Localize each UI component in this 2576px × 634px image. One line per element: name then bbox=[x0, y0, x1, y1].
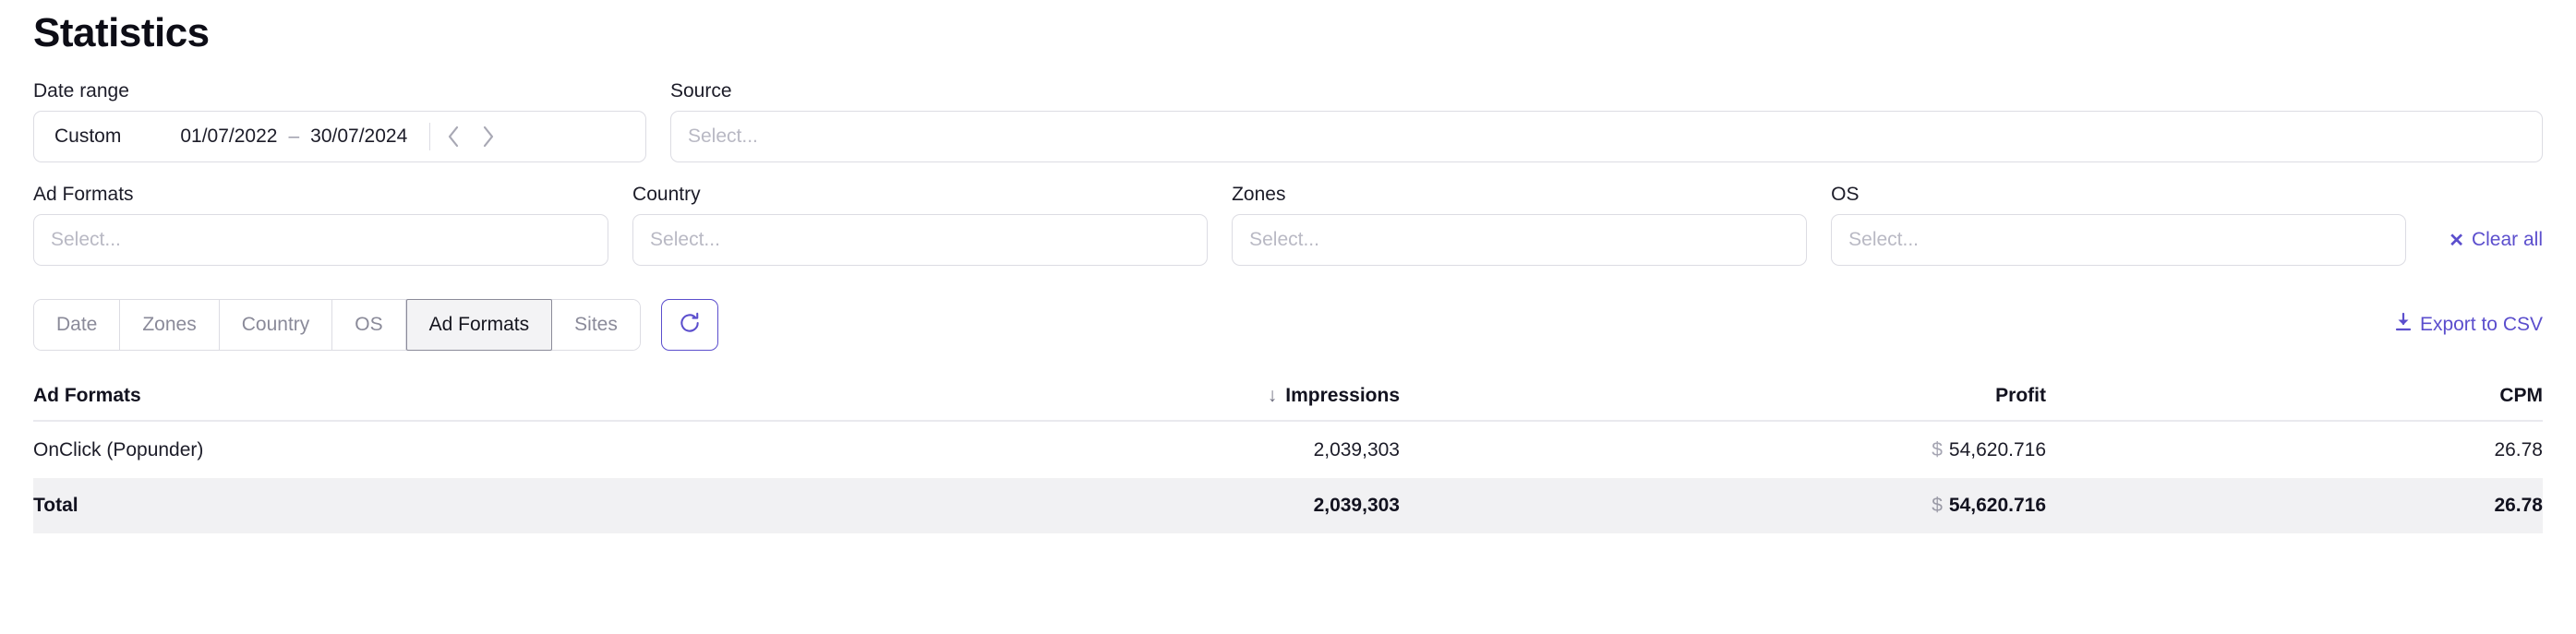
refresh-button[interactable] bbox=[660, 299, 718, 352]
clear-all-label: Clear all bbox=[2471, 229, 2543, 251]
date-range-preset[interactable]: Custom bbox=[54, 126, 121, 148]
country-select[interactable]: Select... bbox=[632, 214, 1209, 267]
filter-row-secondary: Ad Formats Select... Country Select... Z… bbox=[33, 183, 2543, 267]
cell-profit: $54,620.716 bbox=[1400, 421, 2046, 478]
filters-section: Date range Custom 01/07/2022 – 30/07/202… bbox=[33, 79, 2543, 267]
statistics-table: Ad Formats ↓ Impressions Profit CPM OnCl… bbox=[33, 378, 2543, 534]
os-placeholder: Select... bbox=[1848, 229, 1920, 251]
cell-total-profit-value: 54,620.716 bbox=[1948, 495, 2046, 517]
page-title: Statistics bbox=[33, 10, 210, 55]
date-range-nav-group bbox=[438, 118, 504, 155]
tab-os[interactable]: OS bbox=[332, 300, 406, 351]
source-select[interactable]: Select... bbox=[670, 111, 2543, 163]
export-to-csv-button[interactable]: Export to CSV bbox=[2394, 312, 2543, 338]
ad-formats-field: Ad Formats Select... bbox=[33, 183, 609, 267]
column-header-cpm[interactable]: CPM bbox=[2046, 378, 2543, 423]
country-placeholder: Select... bbox=[650, 229, 720, 251]
cell-ad-format-name: OnClick (Popunder) bbox=[33, 438, 204, 461]
column-header-cpm-label: CPM bbox=[2499, 384, 2543, 406]
export-to-csv-label: Export to CSV bbox=[2419, 314, 2543, 336]
tab-sites-label: Sites bbox=[574, 314, 618, 336]
source-field: Source Select... bbox=[670, 79, 2543, 163]
table-row[interactable]: OnClick (Popunder) 2,039,303 $54,620.716… bbox=[33, 421, 2543, 478]
chevron-right-icon[interactable] bbox=[473, 118, 504, 155]
tab-country-label: Country bbox=[241, 314, 310, 336]
ad-formats-label: Ad Formats bbox=[33, 184, 134, 206]
date-range-label: Date range bbox=[33, 80, 129, 102]
column-header-impressions[interactable]: ↓ Impressions bbox=[827, 378, 1400, 423]
date-range-picker[interactable]: Custom 01/07/2022 – 30/07/2024 bbox=[33, 111, 646, 163]
tab-date[interactable]: Date bbox=[34, 300, 121, 351]
zones-field: Zones Select... bbox=[1232, 183, 1808, 267]
download-icon bbox=[2394, 312, 2413, 338]
zones-select[interactable]: Select... bbox=[1232, 214, 1808, 267]
source-label: Source bbox=[670, 80, 732, 102]
ad-formats-select[interactable]: Select... bbox=[33, 214, 609, 267]
column-header-ad-formats[interactable]: Ad Formats bbox=[33, 378, 827, 423]
tab-country[interactable]: Country bbox=[219, 300, 333, 351]
filter-row-primary: Date range Custom 01/07/2022 – 30/07/202… bbox=[33, 79, 2543, 163]
os-label: OS bbox=[1831, 184, 1860, 206]
column-header-profit[interactable]: Profit bbox=[1400, 378, 2046, 423]
date-range-start[interactable]: 01/07/2022 bbox=[180, 126, 277, 148]
date-range-dash: – bbox=[288, 126, 300, 148]
statistics-page: Statistics Date range Custom 01/07/2022 … bbox=[0, 0, 2576, 634]
cell-impressions: 2,039,303 bbox=[1313, 438, 1400, 461]
tab-sites[interactable]: Sites bbox=[552, 300, 640, 351]
table-toolbar: Date Zones Country OS Ad Formats Sites E… bbox=[33, 299, 2543, 352]
table-total-row: Total 2,039,303 $54,620.716 26.78 bbox=[33, 478, 2543, 534]
os-field: OS Select... bbox=[1831, 183, 2407, 267]
column-header-ad-formats-label: Ad Formats bbox=[33, 384, 141, 406]
chevron-left-icon[interactable] bbox=[438, 118, 469, 155]
tab-zones[interactable]: Zones bbox=[120, 300, 220, 351]
cell-total-profit: $54,620.716 bbox=[1400, 478, 2046, 534]
date-range-end[interactable]: 30/07/2024 bbox=[310, 126, 407, 148]
table-header-row: Ad Formats ↓ Impressions Profit CPM bbox=[33, 378, 2543, 423]
cell-total-label: Total bbox=[33, 478, 827, 534]
cell-total-impressions: 2,039,303 bbox=[827, 478, 1400, 534]
date-range-values[interactable]: 01/07/2022 – 30/07/2024 bbox=[180, 126, 407, 148]
os-select[interactable]: Select... bbox=[1831, 214, 2407, 267]
currency-symbol: $ bbox=[1932, 495, 1943, 517]
country-field: Country Select... bbox=[632, 183, 1209, 267]
cell-total-cpm: 26.78 bbox=[2046, 478, 2543, 534]
column-header-impressions-label: Impressions bbox=[1285, 384, 1400, 406]
source-placeholder: Select... bbox=[688, 126, 758, 148]
date-range-divider bbox=[429, 123, 431, 151]
cell-profit-value: 54,620.716 bbox=[1948, 438, 2046, 461]
date-range-field: Date range Custom 01/07/2022 – 30/07/202… bbox=[33, 79, 646, 163]
column-header-profit-label: Profit bbox=[1995, 384, 2046, 406]
tab-os-label: OS bbox=[355, 314, 383, 336]
refresh-icon bbox=[678, 311, 702, 340]
table-header: Ad Formats ↓ Impressions Profit CPM bbox=[33, 378, 2543, 423]
cell-cpm: 26.78 bbox=[2494, 438, 2543, 461]
zones-placeholder: Select... bbox=[1249, 229, 1319, 251]
sort-desc-icon: ↓ bbox=[1267, 384, 1278, 406]
tab-ad-formats-label: Ad Formats bbox=[428, 314, 530, 336]
ad-formats-placeholder: Select... bbox=[51, 229, 121, 251]
zones-label: Zones bbox=[1232, 184, 1286, 206]
country-label: Country bbox=[632, 184, 701, 206]
dimension-tabs: Date Zones Country OS Ad Formats Sites bbox=[33, 299, 641, 352]
tab-ad-formats[interactable]: Ad Formats bbox=[405, 299, 553, 352]
currency-symbol: $ bbox=[1932, 438, 1943, 461]
clear-all-button[interactable]: ✕ Clear all bbox=[2449, 214, 2543, 266]
tab-zones-label: Zones bbox=[142, 314, 197, 336]
tab-date-label: Date bbox=[56, 314, 98, 336]
close-x-icon: ✕ bbox=[2449, 231, 2464, 252]
table-body: OnClick (Popunder) 2,039,303 $54,620.716… bbox=[33, 421, 2543, 534]
